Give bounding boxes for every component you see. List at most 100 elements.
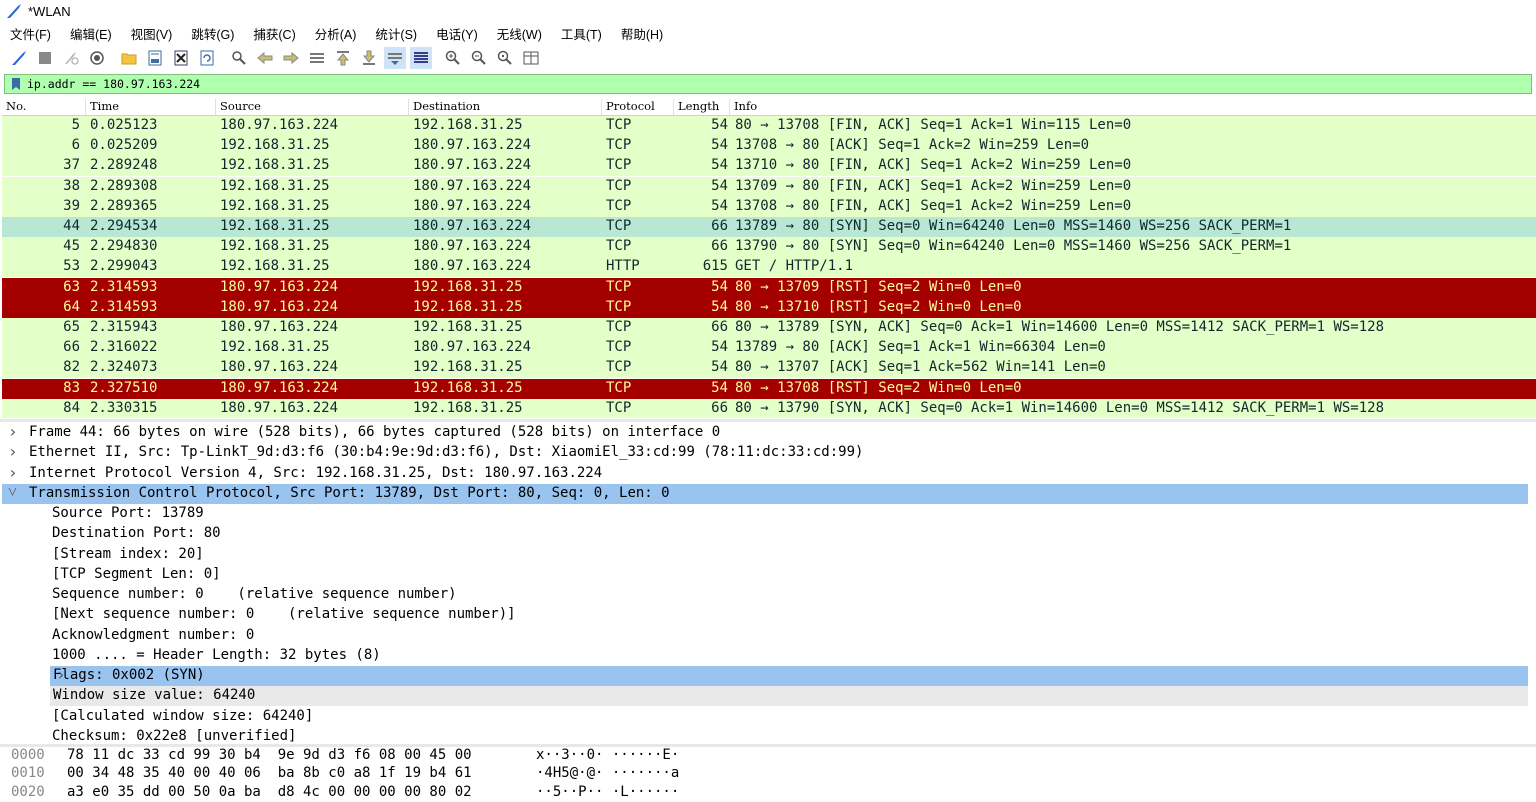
packet-row[interactable]: 5 0.025123 180.97.163.224 192.168.31.25 TCP 5…	[2, 116, 1536, 136]
bytes-row[interactable]: 0020 a3 e0 35 dd 00 50 0a ba d8 4c 00 00 …	[2, 784, 1536, 802]
zoom-in-icon[interactable]	[442, 47, 464, 69]
pane-splitter[interactable]	[0, 419, 1536, 422]
detail-text: Transmission Control Protocol, Src Port:…	[29, 484, 670, 501]
detail-text: [TCP Segment Len: 0]	[52, 565, 221, 582]
stop-icon[interactable]	[34, 47, 56, 69]
packet-row[interactable]: 66 2.316022 192.168.31.25 180.97.163.224 TCP…	[2, 338, 1536, 359]
autoscroll-icon[interactable]	[384, 47, 406, 69]
packet-no: 53	[63, 258, 80, 275]
detail-tree-item[interactable]: › Frame 44: 66 bytes on wire (528 bits), …	[2, 423, 1528, 443]
column-header-destination[interactable]: Destination	[409, 99, 602, 115]
detail-tree-item[interactable]: Source Port: 13789	[2, 504, 1528, 524]
chevron-right-icon[interactable]: ›	[8, 442, 18, 461]
options-gear-icon[interactable]	[86, 47, 108, 69]
packet-row[interactable]: 38 2.289308 192.168.31.25 180.97.163.224 TCP…	[2, 176, 1536, 197]
bytes-row[interactable]: 0000 78 11 dc 33 cd 99 30 b4 9e 9d d3 f6 …	[2, 747, 1536, 765]
column-header-time[interactable]: Time	[86, 99, 216, 115]
column-header-no[interactable]: No.	[2, 99, 86, 115]
menu-wireless[interactable]: 无线(W)	[497, 24, 542, 43]
column-header-source[interactable]: Source	[216, 99, 409, 115]
resize-columns-icon[interactable]	[520, 47, 542, 69]
main-toolbar	[0, 44, 1536, 72]
detail-tree-item[interactable]: › Flags: 0x002 (SYN)	[50, 665, 1528, 686]
reload-file-icon[interactable]	[196, 47, 218, 69]
packet-row[interactable]: 44 2.294534 192.168.31.25 180.97.163.224 TCP…	[2, 217, 1536, 237]
packet-row[interactable]: 63 2.314593 180.97.163.224 192.168.31.25 TCP…	[2, 277, 1536, 298]
packet-row[interactable]: 84 2.330315 180.97.163.224 192.168.31.25 TCP…	[2, 398, 1536, 418]
detail-tree-item[interactable]: [TCP Segment Len: 0]	[2, 565, 1528, 585]
bookmark-icon[interactable]	[9, 77, 23, 91]
open-folder-icon[interactable]	[118, 47, 140, 69]
go-last-icon[interactable]	[358, 47, 380, 69]
menu-edit[interactable]: 编辑(E)	[70, 24, 112, 43]
detail-tree-item[interactable]: ˅ Transmission Control Protocol, Src Port…	[2, 482, 1528, 504]
go-forward-icon[interactable]	[280, 47, 302, 69]
find-packet-icon[interactable]	[228, 47, 250, 69]
save-file-icon[interactable]	[144, 47, 166, 69]
packet-protocol: TCP	[606, 137, 632, 154]
packet-no: 84	[63, 399, 80, 416]
packet-list[interactable]: 5 0.025123 180.97.163.224 192.168.31.25 TCP 5…	[2, 116, 1536, 418]
detail-tree-item[interactable]: 1000 .... = Header Length: 32 bytes (8)	[2, 646, 1528, 666]
packet-row[interactable]: 53 2.299043 192.168.31.25 180.97.163.224 HTT…	[2, 257, 1536, 278]
display-filter-input[interactable]: ip.addr == 180.97.163.224	[27, 77, 200, 91]
packet-row[interactable]: 39 2.289365 192.168.31.25 180.97.163.224 TCP…	[2, 196, 1536, 217]
detail-tree-item[interactable]: [Stream index: 20]	[2, 545, 1528, 565]
chevron-right-icon[interactable]: ›	[8, 463, 18, 482]
menu-statistics[interactable]: 统计(S)	[375, 24, 417, 43]
detail-tree-item[interactable]: [Next sequence number: 0 (relative seque…	[2, 605, 1528, 625]
menu-analyze[interactable]: 分析(A)	[315, 24, 357, 43]
detail-tree-item[interactable]: › Ethernet II, Src: Tp-LinkT_9d:d3:f6 (30…	[2, 442, 1528, 463]
packet-info: 13710 → 80 [FIN, ACK] Seq=1 Ack=2 Win=25…	[735, 157, 1132, 174]
column-header-length[interactable]: Length	[674, 99, 730, 115]
packet-bytes-pane[interactable]: 0000 78 11 dc 33 cd 99 30 b4 9e 9d d3 f6 …	[2, 747, 1536, 802]
detail-tree-item[interactable]: Window size value: 64240	[50, 686, 1528, 707]
packet-no: 39	[63, 197, 80, 214]
go-to-packet-icon[interactable]	[306, 47, 328, 69]
menu-help[interactable]: 帮助(H)	[621, 24, 663, 43]
packet-row[interactable]: 83 2.327510 180.97.163.224 192.168.31.25 TCP…	[2, 378, 1536, 399]
packet-row[interactable]: 45 2.294830 192.168.31.25 180.97.163.224 TCP…	[2, 237, 1536, 258]
packet-row[interactable]: 82 2.324073 180.97.163.224 192.168.31.25 TCP…	[2, 358, 1536, 379]
zoom-out-icon[interactable]	[468, 47, 490, 69]
menu-capture[interactable]: 捕获(C)	[253, 24, 295, 43]
column-header-protocol[interactable]: Protocol	[602, 99, 674, 115]
chevron-right-icon[interactable]: ›	[8, 423, 18, 441]
packet-row[interactable]: 64 2.314593 180.97.163.224 192.168.31.25 TCP…	[2, 297, 1536, 318]
go-back-icon[interactable]	[254, 47, 276, 69]
menu-view[interactable]: 视图(V)	[131, 24, 173, 43]
packet-source: 192.168.31.25	[220, 339, 330, 356]
menu-go[interactable]: 跳转(G)	[191, 24, 234, 43]
packet-info: 80 → 13708 [FIN, ACK] Seq=1 Ack=1 Win=11…	[735, 117, 1132, 133]
go-first-icon[interactable]	[332, 47, 354, 69]
column-header-info[interactable]: Info	[730, 99, 1536, 115]
detail-tree-item[interactable]: Acknowledgment number: 0	[2, 626, 1528, 646]
detail-tree-item[interactable]: Checksum: 0x22e8 [unverified]	[2, 727, 1528, 744]
packet-row[interactable]: 6 0.025209 192.168.31.25 180.97.163.224 TCP 5…	[2, 136, 1536, 157]
colorize-icon[interactable]	[410, 47, 432, 69]
packet-source: 192.168.31.25	[220, 218, 330, 234]
detail-tree-item[interactable]: [Calculated window size: 64240]	[2, 707, 1528, 727]
packet-time: 2.299043	[90, 258, 158, 275]
menu-telephony[interactable]: 电话(Y)	[436, 24, 478, 43]
detail-text: Internet Protocol Version 4, Src: 192.16…	[29, 464, 603, 481]
detail-tree-item[interactable]: Sequence number: 0 (relative sequence nu…	[2, 585, 1528, 605]
display-filter-bar[interactable]: ip.addr == 180.97.163.224	[4, 74, 1532, 94]
packet-row[interactable]: 65 2.315943 180.97.163.224 192.168.31.25 TCP…	[2, 318, 1536, 338]
detail-text: [Next sequence number: 0 (relative seque…	[52, 606, 516, 623]
detail-text: Ethernet II, Src: Tp-LinkT_9d:d3:f6 (30:…	[29, 444, 864, 461]
close-file-icon[interactable]	[170, 47, 192, 69]
packet-details-tree[interactable]: › Frame 44: 66 bytes on wire (528 bits), …	[2, 423, 1536, 744]
restart-icon[interactable]	[60, 47, 82, 69]
packet-time: 2.294534	[90, 218, 158, 234]
shark-fin-start-icon[interactable]	[8, 47, 30, 69]
chevron-down-icon[interactable]: ˅	[8, 482, 17, 502]
bytes-row[interactable]: 0010 00 34 48 35 40 00 40 06 ba 8b c0 a8 …	[2, 765, 1536, 783]
packet-row[interactable]: 37 2.289248 192.168.31.25 180.97.163.224 TCP…	[2, 156, 1536, 177]
detail-tree-item[interactable]: Destination Port: 80	[2, 524, 1528, 544]
packet-time: 2.314593	[90, 298, 158, 315]
detail-tree-item[interactable]: › Internet Protocol Version 4, Src: 192.1…	[2, 463, 1528, 484]
zoom-normal-icon[interactable]	[494, 47, 516, 69]
menu-tools[interactable]: 工具(T)	[561, 24, 602, 43]
menu-file[interactable]: 文件(F)	[10, 24, 51, 43]
